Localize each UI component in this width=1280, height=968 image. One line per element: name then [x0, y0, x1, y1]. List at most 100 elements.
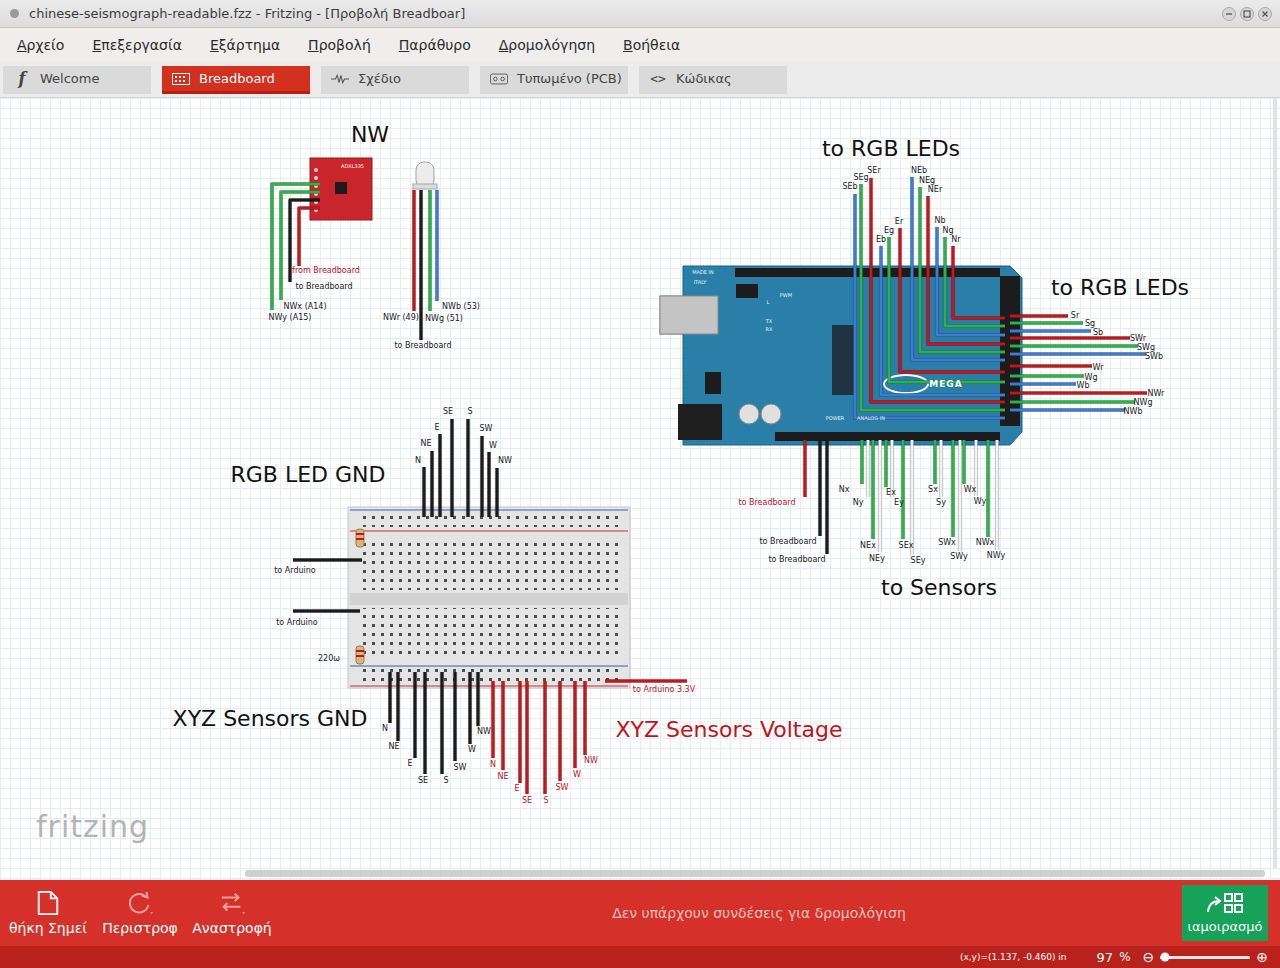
wire[interactable] [928, 196, 1005, 344]
wire[interactable] [293, 560, 362, 561]
wire-label[interactable]: Er [895, 218, 903, 226]
wire-label[interactable]: SW [556, 784, 569, 792]
wire[interactable] [820, 440, 821, 536]
wire[interactable] [575, 681, 576, 768]
wire-label[interactable]: Wy [974, 498, 987, 506]
menu-item[interactable]: Αρχείο [17, 37, 64, 53]
wire-label[interactable]: from Breadboard [292, 267, 360, 275]
wire-label[interactable]: SWb [1145, 353, 1163, 361]
wire-label[interactable]: Wr [1093, 364, 1104, 372]
wire-label[interactable]: S [543, 797, 548, 805]
wire[interactable] [440, 434, 441, 517]
wire-label[interactable]: NW [584, 757, 598, 765]
toolbar-button[interactable]: Αναστροφή [188, 888, 276, 938]
canvas-heading[interactable]: to RGB LEDs [822, 136, 960, 161]
wire-label[interactable]: Ny [853, 499, 864, 507]
maximize-icon[interactable] [1240, 7, 1254, 21]
minimize-icon[interactable] [1222, 7, 1236, 21]
wire-label[interactable]: to Arduino [274, 567, 316, 575]
wire-label[interactable]: Wx [964, 486, 977, 494]
view-tab[interactable]: Τυπωμένο (PCB) [480, 66, 628, 94]
wire-label[interactable]: NWg [1134, 399, 1153, 407]
wire[interactable] [470, 672, 471, 744]
wire[interactable] [489, 452, 490, 517]
wire-label[interactable]: SWy [950, 553, 968, 561]
wire[interactable] [1010, 338, 1130, 339]
wire-label[interactable]: SW [454, 764, 467, 772]
menu-item[interactable]: Βοήθεια [623, 37, 680, 53]
wire[interactable] [1010, 402, 1135, 403]
wire[interactable] [503, 681, 504, 770]
vertical-scrollbar[interactable] [1273, 98, 1277, 868]
wire[interactable] [960, 440, 961, 551]
wire-label[interactable]: NEg [919, 177, 935, 185]
zoom-slider-knob[interactable] [1160, 953, 1169, 962]
breadboard-canvas[interactable]: ADXL335MADE INITALYLPWMTXRXMEGAPOWERANAL… [0, 98, 1280, 880]
wire[interactable] [861, 184, 1005, 410]
wire-label[interactable]: Sx [928, 486, 938, 494]
wire-label[interactable]: Ng [942, 227, 953, 235]
wire[interactable] [868, 440, 869, 497]
toolbar-button[interactable]: Περιστροφ [96, 888, 184, 938]
wire-label[interactable]: to Arduino 3.3V [633, 686, 695, 694]
wire-label[interactable]: NEr [928, 186, 942, 194]
wire[interactable] [855, 194, 1005, 418]
wire[interactable] [560, 681, 561, 781]
resistor[interactable] [356, 529, 364, 547]
wire-label[interactable]: NW [477, 728, 491, 736]
wire[interactable] [414, 190, 415, 311]
wire-label[interactable]: to Arduino [276, 619, 318, 627]
wire-label[interactable]: N [382, 725, 388, 733]
toolbar-button[interactable]: θήκη Σημεί [4, 888, 92, 938]
wire[interactable] [1010, 393, 1147, 394]
wire-label[interactable]: SEb [842, 183, 857, 191]
wire[interactable] [1010, 323, 1083, 324]
wire[interactable] [293, 611, 360, 612]
wire[interactable] [468, 419, 469, 517]
wire-label[interactable]: Wg [1085, 374, 1098, 382]
wire[interactable] [920, 187, 1005, 352]
wire[interactable] [497, 468, 498, 517]
wire[interactable] [390, 672, 391, 723]
wire-label[interactable]: SWx [938, 539, 956, 547]
wire[interactable] [827, 440, 828, 554]
view-tab[interactable]: fWelcome [3, 66, 151, 94]
wire-label[interactable]: W [573, 771, 581, 779]
wire[interactable] [424, 467, 425, 517]
wire[interactable] [299, 208, 320, 266]
wire-label[interactable]: E [434, 424, 439, 432]
close-icon[interactable] [1258, 7, 1272, 21]
wire-label[interactable]: NEy [869, 555, 885, 563]
wire-label[interactable]: SEr [867, 167, 880, 175]
wire[interactable] [805, 440, 806, 497]
canvas-heading[interactable]: RGB LED GND [231, 462, 386, 487]
zoom-out-button[interactable]: ⊖ [1143, 950, 1155, 964]
wire-label[interactable]: to Breadboard [738, 499, 795, 507]
canvas-heading[interactable]: XYZ Sensors Voltage [616, 717, 843, 742]
wire[interactable] [1010, 331, 1091, 332]
wire-label[interactable]: SE [418, 777, 428, 785]
wire-label[interactable]: NE [420, 440, 431, 448]
wire[interactable] [585, 681, 586, 755]
breadboard[interactable] [348, 507, 630, 688]
wire[interactable] [272, 184, 320, 310]
wire[interactable] [1010, 376, 1084, 377]
wire-label[interactable]: Sb [1093, 329, 1103, 337]
wire[interactable] [886, 440, 887, 487]
zoom-value[interactable]: 97 [1097, 950, 1114, 965]
wire-label[interactable]: NEb [911, 167, 927, 175]
wire[interactable] [1010, 354, 1146, 355]
wire-label[interactable]: SEy [911, 557, 926, 565]
menu-item[interactable]: Προβολή [308, 37, 371, 53]
wire[interactable] [437, 190, 438, 301]
wire[interactable] [953, 246, 1005, 318]
wire-label[interactable]: NE [497, 773, 508, 781]
wire-label[interactable]: NEx [860, 542, 876, 550]
wire[interactable] [425, 672, 426, 774]
wire[interactable] [903, 440, 904, 539]
canvas-heading[interactable]: to RGB LEDs [1051, 275, 1189, 300]
wire[interactable] [478, 672, 479, 726]
wire[interactable] [442, 672, 443, 774]
wire-label[interactable]: NW [498, 457, 512, 465]
wire-label[interactable]: Wb [1077, 382, 1090, 390]
